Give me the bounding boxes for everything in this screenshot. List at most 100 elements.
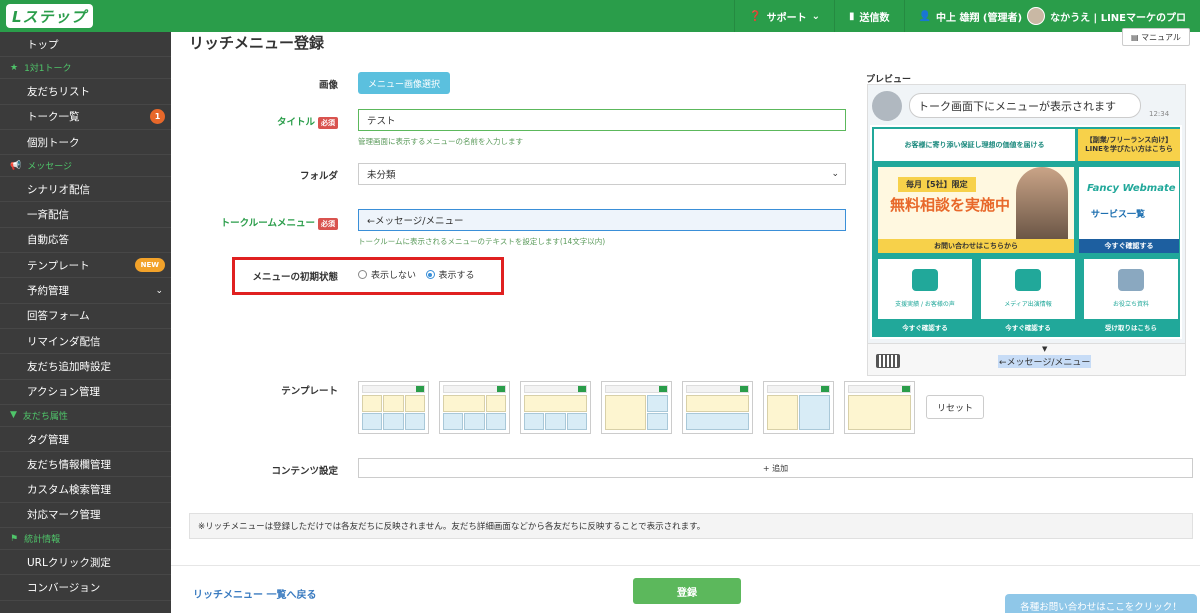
sidebar-item[interactable]: タグ管理 bbox=[0, 427, 171, 453]
sidebar-item[interactable]: シナリオ配信 bbox=[0, 177, 171, 203]
template-option[interactable] bbox=[601, 381, 672, 434]
cell-docs-label: お役立ち資料 bbox=[1112, 301, 1149, 308]
manual-button[interactable]: ▤ マニュアル bbox=[1122, 28, 1190, 46]
rich-menu-cell-docs: お役立ち資料 受け取りはこちら bbox=[1084, 259, 1178, 335]
cell-docs-button: 受け取りはこちら bbox=[1084, 319, 1178, 335]
select-image-button[interactable]: メニュー画像選択 bbox=[358, 72, 451, 94]
sidebar-item[interactable]: 対応マーク管理 bbox=[0, 503, 171, 529]
talkroom-label-text: トークルームメニュー bbox=[220, 218, 315, 229]
avatar bbox=[872, 91, 902, 121]
sidebar-item[interactable]: トップ bbox=[0, 32, 171, 58]
talkroom-menu-input[interactable]: ←メッセージ/メニュー bbox=[358, 209, 846, 231]
folder-label: フォルダ bbox=[299, 171, 338, 182]
sidebar-section: ⚑ 統計情報 bbox=[0, 528, 171, 551]
sidebar-item[interactable]: テンプレート NEW bbox=[0, 253, 171, 279]
sidebar-section: ▼ 友だち属性 bbox=[0, 405, 171, 427]
sidebar-item[interactable]: アクション管理 bbox=[0, 380, 171, 405]
reset-button[interactable]: リセット bbox=[926, 395, 985, 419]
section-icon: 📢 bbox=[10, 160, 22, 171]
support-label: サポート bbox=[766, 12, 807, 24]
back-to-list-link[interactable]: リッチメニュー 一覧へ戻る bbox=[193, 586, 316, 601]
sidebar-item[interactable]: 予約管理 ⌄ bbox=[0, 278, 171, 304]
user-name: 中上 雄翔 (管理者) bbox=[935, 12, 1023, 24]
required-badge: 必須 bbox=[318, 116, 338, 129]
content-label: コンテンツ設定 bbox=[271, 466, 338, 477]
sidebar-item-label: 一斉配信 bbox=[27, 209, 69, 222]
sidebar-item[interactable]: 一斉配信 bbox=[0, 202, 171, 228]
sidebar-item[interactable]: 自動応答 bbox=[0, 228, 171, 254]
sidebar-item[interactable]: 友だち追加時設定 bbox=[0, 354, 171, 380]
sidebar-item-label: 友だち情報欄管理 bbox=[27, 458, 111, 471]
sidebar-item-label: テンプレート bbox=[27, 259, 90, 272]
preview-phone: トーク画面下にメニューが表示されます 12:34 お客様に寄り添い保証し理想の価… bbox=[867, 84, 1186, 376]
sidebar-item[interactable]: リマインダ配信 bbox=[0, 329, 171, 355]
cell-media-button: 今すぐ確認する bbox=[981, 319, 1075, 335]
rich-menu-consult-area: 毎月【5社】限定 無料相談を実施中 bbox=[878, 167, 1074, 239]
sidebar-section-label: メッセージ bbox=[27, 162, 73, 173]
rich-menu-cell-voice: 支援実績 / お客様の声 今すぐ確認する bbox=[878, 259, 972, 335]
sidebar-item-label: 対応マーク管理 bbox=[27, 509, 101, 522]
sidebar-item-label: トップ bbox=[27, 38, 59, 51]
template-option[interactable] bbox=[763, 381, 834, 434]
main-content: リッチメニュー登録 ▤ マニュアル 画像 メニュー画像選択 タイトル 必須 テスト… bbox=[168, 28, 1200, 613]
required-badge: 必須 bbox=[318, 217, 338, 230]
rich-menu-promo: 【副業/フリーランス向け】 LINEを学びたい方はこちら bbox=[1078, 129, 1180, 161]
sent-count-label: 送信数 bbox=[859, 12, 890, 24]
sidebar-item-label: シナリオ配信 bbox=[27, 183, 90, 196]
question-icon: ❓ bbox=[749, 10, 762, 22]
account-name: なかうえ | LINEマーケのプロ bbox=[1050, 12, 1186, 24]
add-content-button[interactable]: + 追加 bbox=[358, 458, 1193, 478]
consult-title: 無料相談を実施中 bbox=[890, 196, 1011, 214]
chat-bubble: トーク画面下にメニューが表示されます bbox=[909, 93, 1141, 118]
promo-line2: LINEを学びたい方はこちら bbox=[1085, 145, 1173, 153]
title-label: タイトル 必須 bbox=[168, 114, 338, 129]
template-option[interactable] bbox=[358, 381, 429, 434]
sidebar-item[interactable]: カスタム検索管理 bbox=[0, 477, 171, 503]
consult-button: お問い合わせはこちらから bbox=[878, 239, 1074, 253]
logo[interactable]: Lステップ bbox=[6, 4, 93, 28]
image-label: 画像 bbox=[318, 80, 338, 91]
preview-menu-text: ←メッセージ/メニュー bbox=[998, 355, 1092, 368]
sidebar-item-label: 回答フォーム bbox=[27, 310, 90, 323]
title-input[interactable]: テスト bbox=[358, 109, 846, 131]
sidebar: トップ ★ 1対1トーク 友だちリスト トーク一覧 1 個別トーク 📢 メッセージシナリオ配信一… bbox=[0, 32, 171, 613]
webmate-logo: Fancy Webmate bbox=[1087, 183, 1176, 194]
manual-label: マニュアル bbox=[1141, 32, 1181, 42]
support-menu[interactable]: ❓ サポート ⌄ bbox=[734, 0, 834, 32]
sidebar-item[interactable]: 回答フォーム bbox=[0, 304, 171, 329]
template-list bbox=[358, 381, 915, 434]
sidebar-item[interactable]: 個別トーク bbox=[0, 130, 171, 156]
document-icon: ▤ bbox=[1131, 32, 1142, 42]
submit-button[interactable]: 登録 bbox=[633, 578, 741, 604]
info-note: ※リッチメニューは登録しただけでは各友だちに反映されません。友だち詳細画面などか… bbox=[189, 513, 1193, 539]
keyboard-icon bbox=[876, 354, 900, 368]
page-title: リッチメニュー登録 bbox=[189, 34, 325, 52]
sidebar-item-label: URLクリック測定 bbox=[27, 556, 111, 569]
cell-media-label: メディア出演情報 bbox=[1004, 301, 1052, 308]
sidebar-item-label: コンバージョン bbox=[27, 581, 101, 594]
template-option[interactable] bbox=[682, 381, 753, 434]
template-option[interactable] bbox=[520, 381, 591, 434]
sidebar-item[interactable]: コンバージョン bbox=[0, 575, 171, 601]
rich-menu-image: お客様に寄り添い保証し理想の価値を届ける 【副業/フリーランス向け】 LINEを… bbox=[870, 125, 1182, 339]
sidebar-section-label: 1対1トーク bbox=[24, 64, 72, 75]
rich-menu-cell-media: メディア出演情報 今すぐ確認する bbox=[981, 259, 1075, 335]
sidebar-item[interactable]: URLクリック測定 bbox=[0, 550, 171, 576]
sidebar-item[interactable]: トーク一覧 1 bbox=[0, 105, 171, 130]
sidebar-item-label: 自動応答 bbox=[27, 234, 69, 247]
template-option[interactable] bbox=[439, 381, 510, 434]
sidebar-item-label: リマインダ配信 bbox=[27, 335, 101, 348]
sidebar-section: 📢 メッセージ bbox=[0, 155, 171, 178]
folder-select[interactable]: 未分類 ⌄ bbox=[358, 163, 846, 185]
sent-count-link[interactable]: ▮ 送信数 bbox=[834, 0, 904, 32]
sidebar-item[interactable]: 友だち情報欄管理 bbox=[0, 452, 171, 478]
sidebar-section: ★ 1対1トーク bbox=[0, 57, 171, 80]
sidebar-item[interactable]: 友だちリスト bbox=[0, 79, 171, 105]
help-contact-button[interactable]: 各種お問い合わせはここをクリック！ bbox=[1005, 594, 1197, 613]
service-button: 今すぐ確認する bbox=[1079, 239, 1179, 253]
sidebar-item-label: 予約管理 bbox=[27, 285, 69, 298]
sidebar-item-label: 友だち追加時設定 bbox=[27, 360, 111, 373]
template-option[interactable] bbox=[844, 381, 915, 434]
chevron-down-icon: ⌄ bbox=[811, 10, 820, 22]
consult-tag: 毎月【5社】限定 bbox=[898, 177, 976, 192]
